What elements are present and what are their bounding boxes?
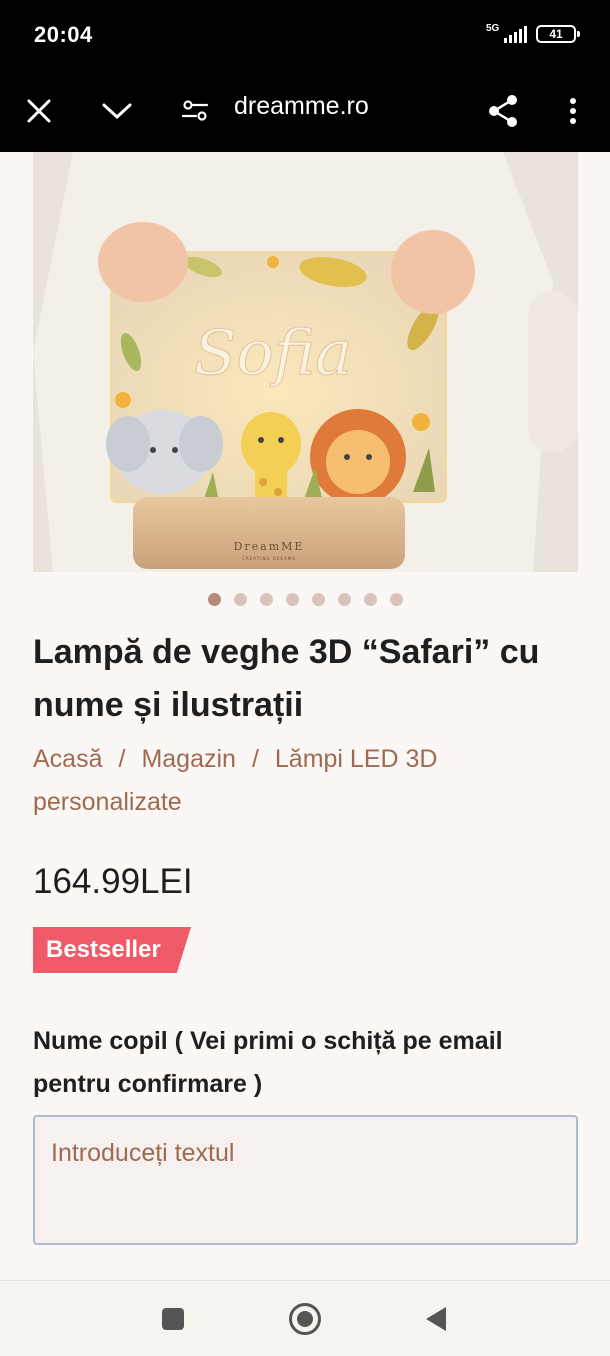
- image-carousel-dots: [0, 593, 610, 606]
- product-image-name: Sofia: [194, 316, 352, 389]
- carousel-dot[interactable]: [285, 593, 299, 606]
- chevron-down-icon: [102, 103, 132, 119]
- product-image[interactable]: Sofia DreamME CREATING DREAMS: [33, 152, 578, 572]
- page-content: Sofia DreamME CREATING DREAMS Lampă de v…: [0, 152, 610, 1280]
- more-options-button[interactable]: [550, 88, 596, 134]
- breadcrumb-separator: /: [118, 745, 126, 773]
- carousel-dot[interactable]: [233, 593, 247, 606]
- breadcrumb-shop-link[interactable]: Magazin: [141, 745, 236, 773]
- carousel-dot[interactable]: [259, 593, 273, 606]
- minimize-button[interactable]: [94, 88, 140, 134]
- child-name-label: Nume copil ( Vei primi o schiță pe email…: [33, 1027, 503, 1098]
- battery-icon: 41: [536, 25, 580, 43]
- home-circle-icon: [289, 1303, 321, 1335]
- carousel-dot[interactable]: [389, 593, 403, 606]
- status-bar: 20:04 5G 41: [0, 0, 610, 72]
- breadcrumb-home-link[interactable]: Acasă: [33, 745, 102, 773]
- signal-bars-icon: 5G: [486, 23, 528, 44]
- url-text[interactable]: dreamme.ro: [234, 92, 369, 121]
- breadcrumb-separator: /: [251, 745, 259, 773]
- bestseller-badge: Bestseller: [33, 927, 191, 973]
- back-triangle-icon: [426, 1307, 446, 1331]
- close-tab-button[interactable]: [16, 88, 62, 134]
- carousel-dot[interactable]: [363, 593, 377, 606]
- back-button[interactable]: [414, 1297, 458, 1341]
- share-button[interactable]: [480, 88, 526, 134]
- status-indicators: 5G 41: [486, 23, 580, 44]
- product-image-brand: DreamME: [234, 540, 305, 553]
- network-type-label: 5G: [486, 23, 500, 34]
- product-title: Lampă de veghe 3D “Safari” cu nume și il…: [33, 633, 540, 724]
- share-icon: [489, 95, 517, 127]
- carousel-dot[interactable]: [337, 593, 351, 606]
- recents-square-icon: [162, 1308, 184, 1330]
- product-image-brand-tagline: CREATING DREAMS: [242, 556, 296, 561]
- battery-level: 41: [549, 27, 563, 41]
- carousel-dot[interactable]: [311, 593, 325, 606]
- system-nav-bar: [0, 1280, 610, 1356]
- breadcrumb: Acasă / Magazin / Lămpi LED 3D personalizate: [33, 738, 583, 824]
- site-settings-button[interactable]: [172, 88, 218, 134]
- site-settings-icon: [181, 100, 209, 121]
- status-time: 20:04: [34, 22, 93, 47]
- close-icon: [27, 99, 51, 123]
- carousel-dot[interactable]: [207, 593, 221, 606]
- recents-button[interactable]: [151, 1297, 195, 1341]
- more-vert-icon: [570, 98, 576, 124]
- home-button[interactable]: [283, 1297, 327, 1341]
- product-price: 164.99LEI: [33, 862, 193, 901]
- child-name-input[interactable]: [33, 1115, 578, 1245]
- browser-toolbar: dreamme.ro: [0, 72, 610, 152]
